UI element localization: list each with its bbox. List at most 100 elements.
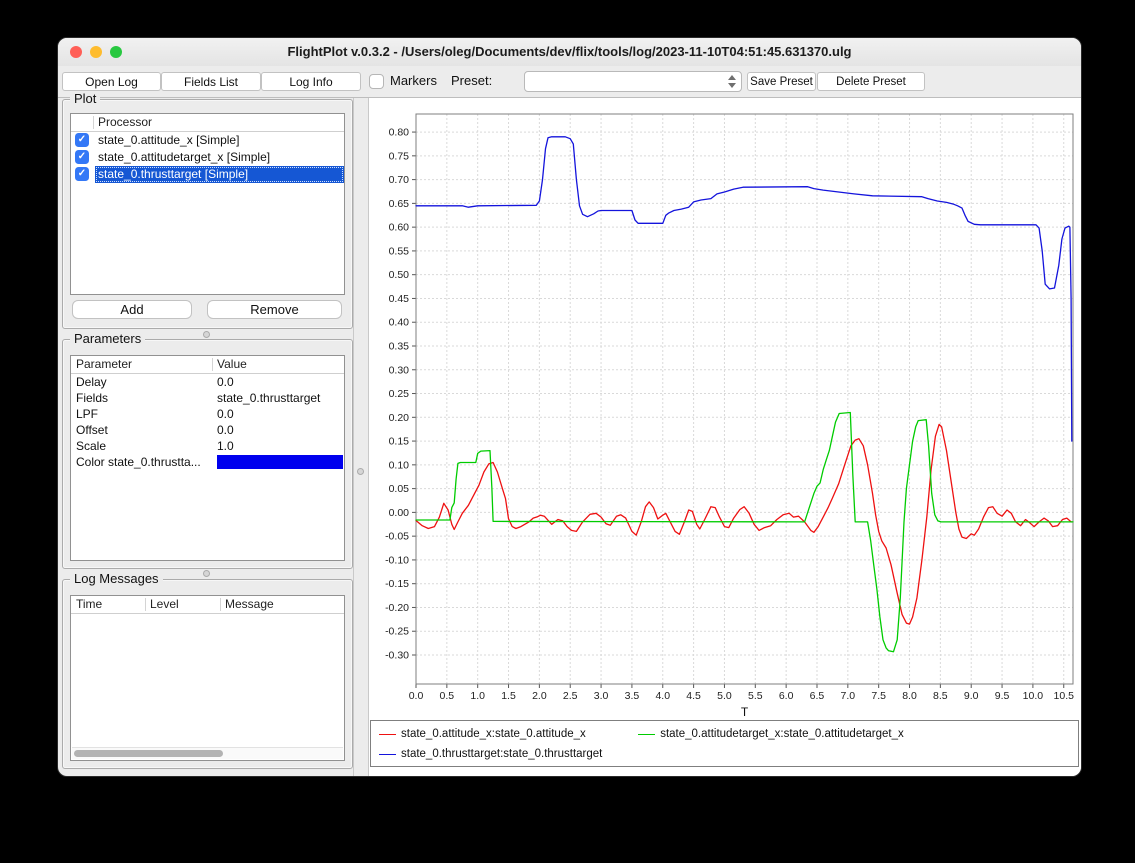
parameter-row[interactable]: Fieldsstate_0.thrusttarget [71,390,344,406]
x-axis-label: T [741,705,749,719]
series-line [416,137,1072,441]
flight-plot-chart[interactable]: 0.00.51.01.52.02.53.03.54.04.55.05.56.06… [369,98,1081,776]
parameter-name: LPF [76,406,98,422]
x-tick-label: 8.0 [902,690,917,702]
x-tick-label: 0.5 [440,690,455,702]
log-table-header: TimeLevelMessage [71,596,344,614]
y-tick-label: -0.25 [385,626,409,638]
x-tick-label: 3.5 [625,690,640,702]
log-horizontal-scrollbar[interactable] [72,747,343,759]
processor-checkbox[interactable]: ✓ [75,167,89,181]
minimize-button[interactable] [90,46,102,58]
parameter-name: Color state_0.thrustta... [76,454,201,470]
combo-stepper-icon[interactable] [727,74,737,89]
parameter-row[interactable]: Delay0.0 [71,374,344,390]
plot-border [416,114,1073,684]
vertical-splitter[interactable] [353,98,369,776]
x-tick-label: 2.0 [532,690,547,702]
flightplot-window: FlightPlot v.0.3.2 - /Users/oleg/Documen… [57,37,1082,777]
zoom-button[interactable] [110,46,122,58]
add-button[interactable]: Add [72,300,192,319]
preset-label: Preset: [451,71,492,91]
legend-label: state_0.attitude_x:state_0.attitude_x [401,728,586,740]
x-tick-label: 9.0 [964,690,979,702]
delete-preset-button[interactable]: Delete Preset [817,72,925,91]
x-tick-label: 6.5 [810,690,825,702]
log-messages-panel: Log Messages TimeLevelMessage [62,579,353,769]
processor-label[interactable]: state_0.attitude_x [Simple] [95,132,344,149]
x-tick-label: 7.0 [841,690,856,702]
parameters-table[interactable]: Parameter Value Delay0.0Fieldsstate_0.th… [70,355,345,561]
parameters-table-header: Parameter Value [71,356,344,374]
parameter-row[interactable]: Color state_0.thrustta... [71,454,344,470]
parameter-name: Scale [76,438,106,454]
x-tick-label: 9.5 [995,690,1010,702]
processor-row[interactable]: ✓ state_0.attitudetarget_x [Simple] [71,149,344,166]
y-tick-label: -0.30 [385,650,409,662]
series-line [416,424,1071,624]
parameter-column-header: Parameter [76,357,132,371]
x-tick-label: 10.5 [1054,690,1075,702]
y-tick-label: 0.40 [389,317,410,329]
color-swatch[interactable] [217,455,343,469]
processor-row[interactable]: ✓ state_0.thrusttarget [Simple] [71,166,344,183]
vertical-splitter-handle[interactable] [357,468,364,475]
parameter-row[interactable]: Scale 1.0 [71,438,344,454]
close-button[interactable] [70,46,82,58]
y-tick-label: -0.10 [385,554,409,566]
processor-label[interactable]: state_0.thrusttarget [Simple] [95,166,344,183]
y-tick-label: 0.30 [389,364,410,376]
preset-combobox[interactable] [524,71,742,92]
parameter-row[interactable]: Offset 0.0 [71,422,344,438]
x-tick-label: 1.5 [501,690,516,702]
x-tick-label: 3.0 [594,690,609,702]
y-tick-label: 0.70 [389,174,410,186]
processor-list[interactable]: Processor ✓ state_0.attitude_x [Simple] ✓ s… [70,113,345,295]
log-column-header: Level [150,597,179,611]
markers-checkbox[interactable] [369,74,384,89]
y-tick-label: -0.20 [385,602,409,614]
y-tick-label: 0.00 [389,507,410,519]
legend-label: state_0.thrusttarget:state_0.thrusttarge… [401,748,602,760]
parameters-panel-title: Parameters [70,331,145,346]
title-bar: FlightPlot v.0.3.2 - /Users/oleg/Documen… [58,38,1081,67]
y-tick-label: 0.15 [389,436,410,448]
remove-button[interactable]: Remove [207,300,342,319]
y-tick-label: 0.10 [389,459,410,471]
x-tick-label: 0.0 [409,690,424,702]
processor-row[interactable]: ✓ state_0.attitude_x [Simple] [71,132,344,149]
parameter-value[interactable]: 1.0 [217,438,343,454]
x-tick-label: 2.5 [563,690,578,702]
save-preset-button[interactable]: Save Preset [747,72,816,91]
parameter-row[interactable]: LPF 0.0 [71,406,344,422]
legend-label: state_0.attitudetarget_x:state_0.attitud… [660,728,904,740]
parameter-value[interactable]: 0.0 [217,374,343,390]
legend-item: state_0.thrusttarget:state_0.thrusttarge… [379,746,602,762]
parameter-value[interactable]: state_0.thrusttarget [217,390,343,406]
y-tick-label: 0.50 [389,269,410,281]
processor-label[interactable]: state_0.attitudetarget_x [Simple] [95,149,344,166]
parameter-name: Offset [76,422,108,438]
legend-line-icon [379,734,396,735]
processor-checkbox[interactable]: ✓ [75,150,89,164]
plot-parameters-splitter[interactable] [203,331,210,338]
x-tick-label: 4.0 [655,690,670,702]
parameters-log-splitter[interactable] [203,570,210,577]
log-info-button[interactable]: Log Info [261,72,361,91]
y-tick-label: 0.55 [389,245,410,257]
x-tick-label: 5.0 [717,690,732,702]
processor-column-header: Processor [98,115,152,129]
open-log-button[interactable]: Open Log [62,72,161,91]
fields-list-button[interactable]: Fields List [161,72,261,91]
scrollbar-thumb[interactable] [74,750,223,757]
parameter-value[interactable]: 0.0 [217,406,343,422]
log-messages-table[interactable]: TimeLevelMessage [70,595,345,761]
y-tick-label: 0.60 [389,222,410,234]
window-title: FlightPlot v.0.3.2 - /Users/oleg/Documen… [138,38,1001,66]
y-tick-label: 0.05 [389,483,410,495]
parameter-value[interactable]: 0.0 [217,422,343,438]
series-line [416,413,1073,652]
processor-checkbox[interactable]: ✓ [75,133,89,147]
toolbar: Open Log Fields List Log Info Markers Pr… [58,66,1081,98]
y-tick-label: 0.80 [389,127,410,139]
